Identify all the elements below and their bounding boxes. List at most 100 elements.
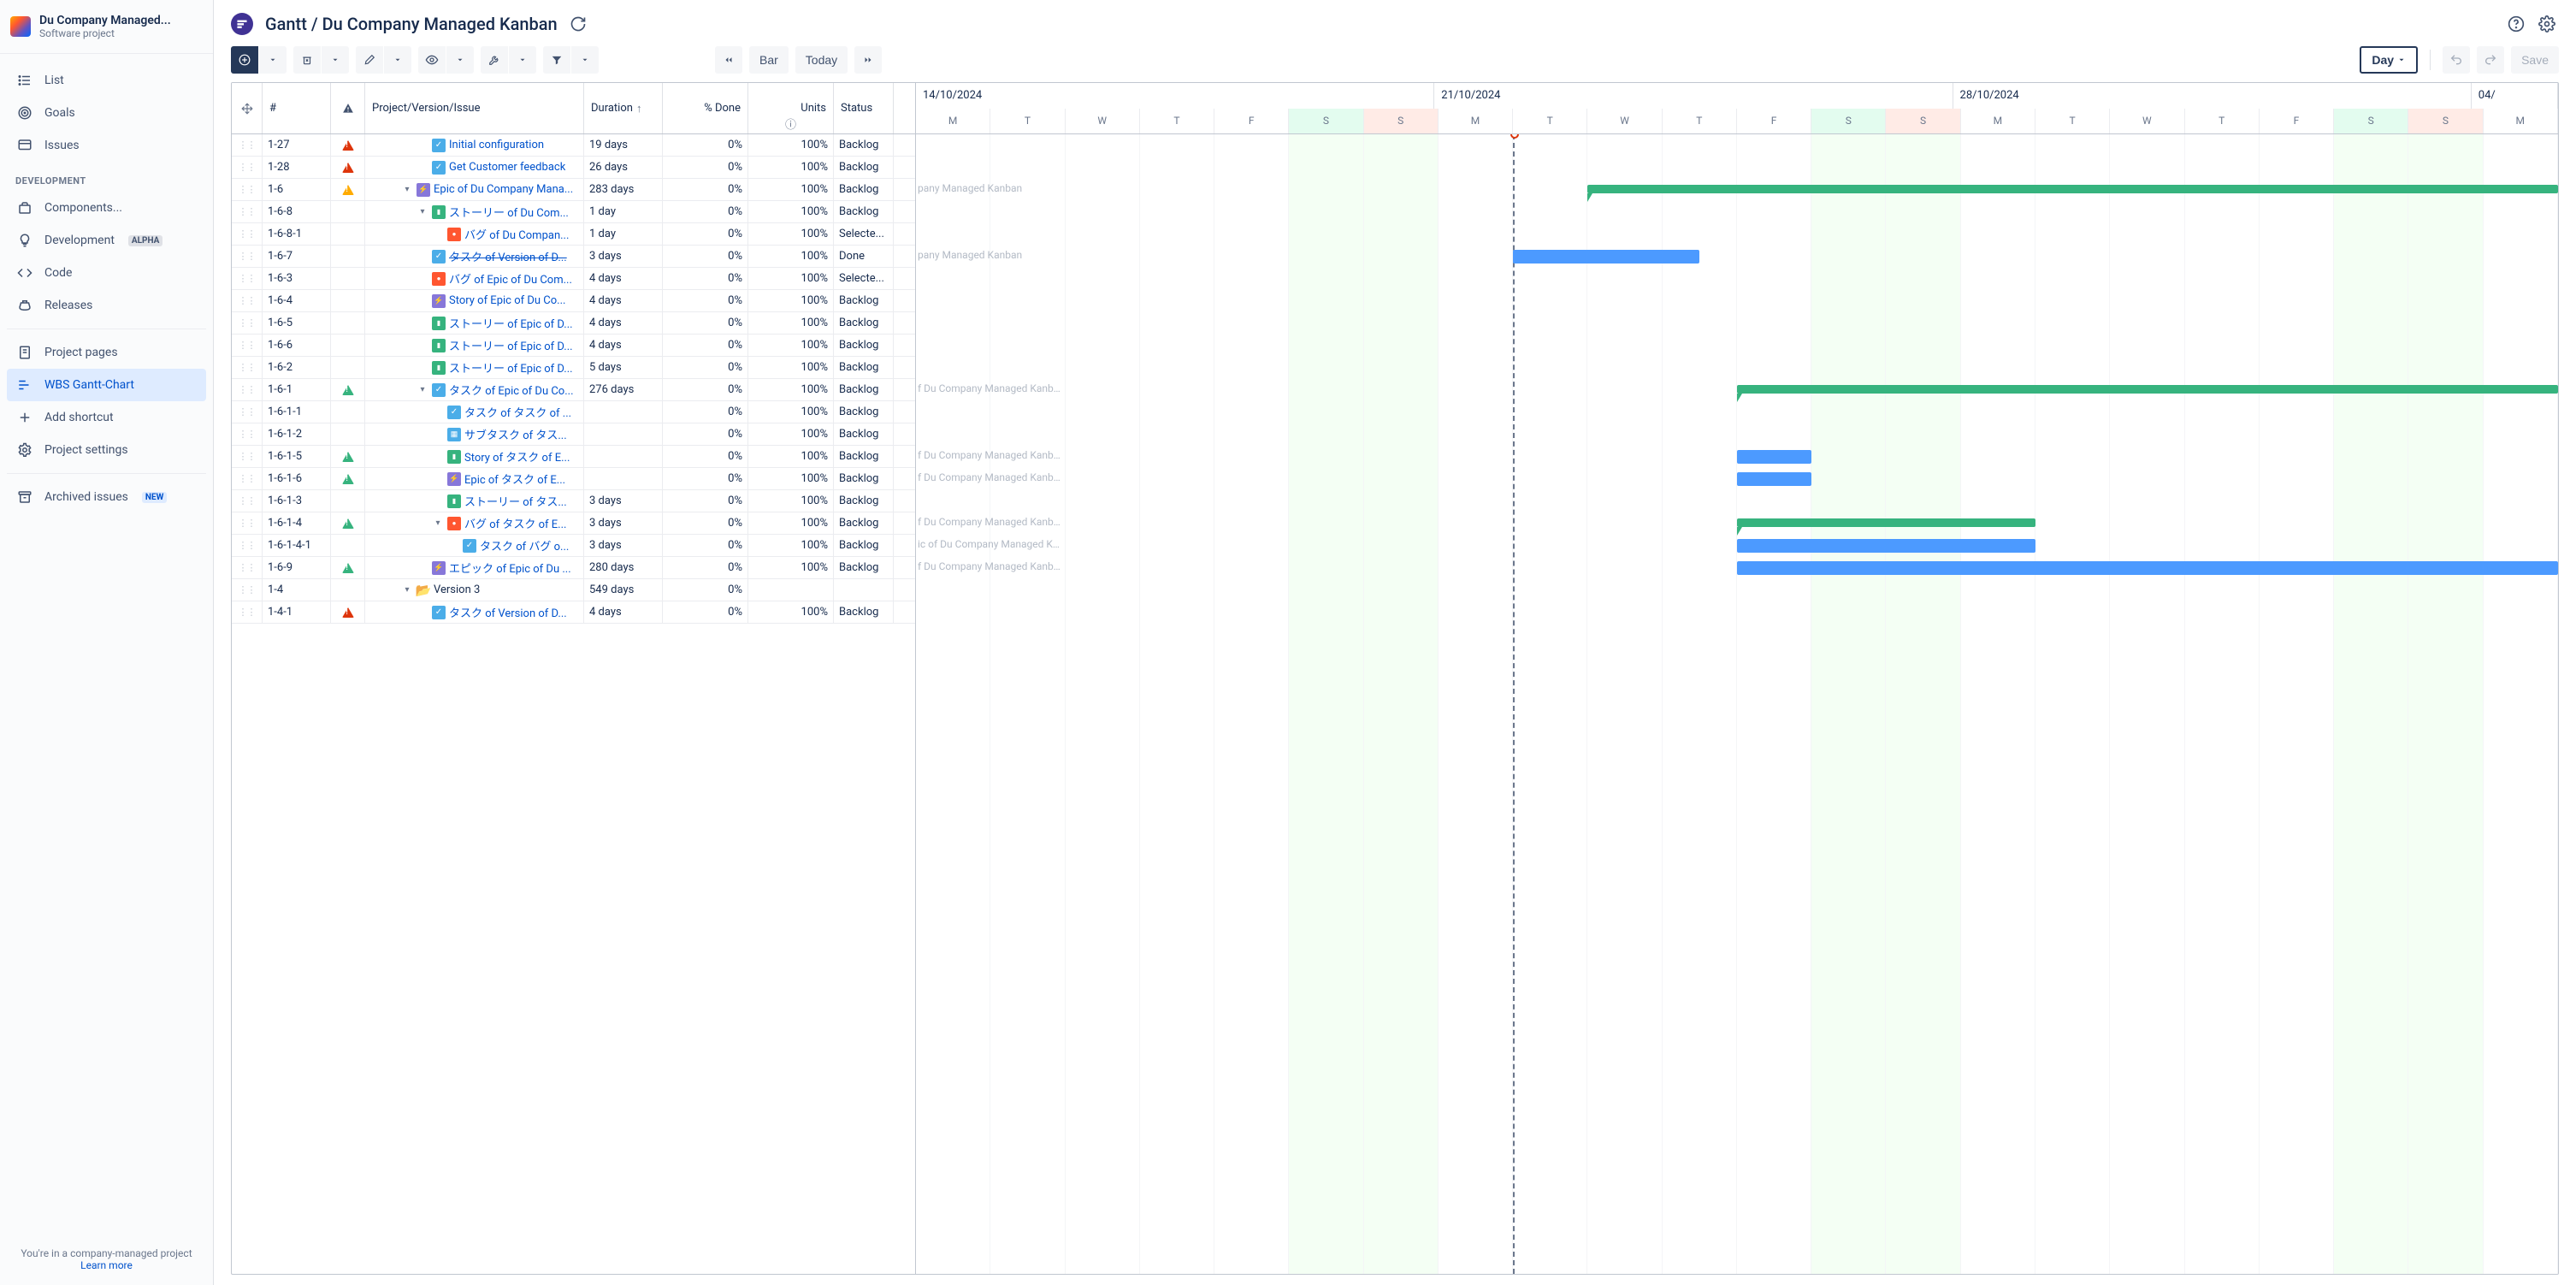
sidebar-item-project-pages[interactable]: Project pages <box>7 336 206 369</box>
help-icon[interactable]: ⓘ <box>785 115 796 132</box>
sidebar-item-components-[interactable]: Components... <box>7 192 206 224</box>
issue-link[interactable]: Get Customer feedback <box>449 161 565 174</box>
tools-button[interactable] <box>481 46 508 74</box>
drag-handle-icon[interactable]: ⋮⋮ <box>239 384 256 395</box>
add-dropdown[interactable] <box>259 46 287 74</box>
refresh-button[interactable] <box>570 15 587 33</box>
bar-button[interactable]: Bar <box>749 46 789 74</box>
sidebar-item-code[interactable]: Code <box>7 257 206 289</box>
drag-handle-icon[interactable]: ⋮⋮ <box>239 362 256 373</box>
sidebar-item-archived[interactable]: Archived issues NEW <box>7 481 206 513</box>
table-row[interactable]: ⋮⋮ 1-6-2 ストーリー of Epic of D... 5 days 0%… <box>232 357 915 379</box>
gantt-row[interactable] <box>916 157 2558 179</box>
table-row[interactable]: ⋮⋮ 1-6-1-5 Story of タスク of E... 0% 100% … <box>232 446 915 468</box>
issue-link[interactable]: バグ of Du Compan... <box>464 226 569 242</box>
drag-handle-icon[interactable]: ⋮⋮ <box>239 406 256 417</box>
drag-handle-icon[interactable]: ⋮⋮ <box>239 228 256 240</box>
help-button[interactable] <box>2504 12 2528 36</box>
gantt-row[interactable]: f Du Company Managed Kanban <box>916 379 2558 401</box>
drag-handle-icon[interactable]: ⋮⋮ <box>239 584 256 595</box>
table-row[interactable]: ⋮⋮ 1-6-1-3 ストーリー of タス... 3 days 0% 100%… <box>232 490 915 512</box>
drag-handle-icon[interactable]: ⋮⋮ <box>239 451 256 462</box>
table-row[interactable]: ⋮⋮ 1-4 ▾Version 3 549 days 0% <box>232 579 915 601</box>
drag-handle-icon[interactable]: ⋮⋮ <box>239 317 256 329</box>
issue-link[interactable]: Epic of タスク of E... <box>464 471 565 487</box>
delete-button[interactable] <box>293 46 321 74</box>
gantt-bar[interactable] <box>1737 385 2558 394</box>
issue-link[interactable]: タスク of Version of D... <box>449 248 567 264</box>
gantt-bar[interactable] <box>1737 561 2558 575</box>
sidebar-item-add-shortcut[interactable]: Add shortcut <box>7 401 206 434</box>
gantt-row[interactable]: f Du Company Managed Kanban <box>916 512 2558 535</box>
today-button[interactable]: Today <box>795 46 848 74</box>
table-row[interactable]: ⋮⋮ 1-6-6 ストーリー of Epic of D... 4 days 0%… <box>232 335 915 357</box>
table-row[interactable]: ⋮⋮ 1-27 Initial configuration 19 days 0%… <box>232 134 915 157</box>
drag-handle-icon[interactable]: ⋮⋮ <box>239 429 256 440</box>
sidebar-item-wbs-gantt-chart[interactable]: WBS Gantt-Chart <box>7 369 206 401</box>
table-row[interactable]: ⋮⋮ 1-6-1-1 タスク of タスク of ... 0% 100% Bac… <box>232 401 915 423</box>
learn-more-link[interactable]: Learn more <box>80 1259 133 1271</box>
gantt-row[interactable] <box>916 134 2558 157</box>
col-drag[interactable] <box>232 83 263 133</box>
project-header[interactable]: Du Company Managed... Software project <box>0 0 213 46</box>
gantt-bar[interactable] <box>1737 472 1811 486</box>
sidebar-item-releases[interactable]: Releases <box>7 289 206 322</box>
sidebar-item-issues[interactable]: Issues <box>7 129 206 162</box>
gantt-row[interactable]: pany Managed Kanban <box>916 246 2558 268</box>
issue-link[interactable]: Epic of Du Company Mana... <box>434 183 573 196</box>
gantt-row[interactable] <box>916 601 2558 624</box>
collapse-icon[interactable]: ▾ <box>401 185 413 194</box>
gantt-bar[interactable] <box>1513 250 1699 264</box>
collapse-icon[interactable]: ▾ <box>401 585 413 595</box>
gantt-row[interactable]: f Du Company Managed Kanban <box>916 468 2558 490</box>
table-row[interactable]: ⋮⋮ 1-28 Get Customer feedback 26 days 0%… <box>232 157 915 179</box>
tools-dropdown[interactable] <box>509 46 536 74</box>
sidebar-item-goals[interactable]: Goals <box>7 97 206 129</box>
gantt-row[interactable] <box>916 357 2558 379</box>
prev-period-button[interactable] <box>715 46 742 74</box>
col-warning[interactable] <box>331 83 365 133</box>
table-row[interactable]: ⋮⋮ 1-6-8-1 バグ of Du Compan... 1 day 0% 1… <box>232 223 915 246</box>
gantt-row[interactable] <box>916 268 2558 290</box>
undo-button[interactable] <box>2443 46 2470 74</box>
gantt-bar[interactable] <box>1737 539 2035 553</box>
drag-handle-icon[interactable]: ⋮⋮ <box>239 495 256 506</box>
table-row[interactable]: ⋮⋮ 1-6-9 エピック of Epic of Du ... 280 days… <box>232 557 915 579</box>
drag-handle-icon[interactable]: ⋮⋮ <box>239 162 256 173</box>
issue-link[interactable]: ストーリー of Du Com... <box>449 204 569 220</box>
drag-handle-icon[interactable]: ⋮⋮ <box>239 206 256 217</box>
gantt-row[interactable]: pany Managed Kanban <box>916 179 2558 201</box>
gantt-row[interactable] <box>916 490 2558 512</box>
table-row[interactable]: ⋮⋮ 1-6-1-4-1 タスク of バグ o... 3 days 0% 10… <box>232 535 915 557</box>
table-row[interactable]: ⋮⋮ 1-4-1 タスク of Version of D... 4 days 0… <box>232 601 915 624</box>
gantt-bar[interactable] <box>1737 518 2035 527</box>
collapse-icon[interactable]: ▾ <box>417 385 428 394</box>
save-button[interactable]: Save <box>2511 46 2559 74</box>
settings-button[interactable] <box>2535 12 2559 36</box>
edit-dropdown[interactable] <box>384 46 411 74</box>
view-button[interactable] <box>418 46 446 74</box>
table-row[interactable]: ⋮⋮ 1-6-3 バグ of Epic of Du Com... 4 days … <box>232 268 915 290</box>
add-button[interactable] <box>231 46 258 74</box>
drag-handle-icon[interactable]: ⋮⋮ <box>239 562 256 573</box>
drag-handle-icon[interactable]: ⋮⋮ <box>239 184 256 195</box>
issue-link[interactable]: ストーリー of Epic of D... <box>449 337 573 353</box>
col-duration[interactable]: Duration↑ <box>584 83 663 133</box>
collapse-icon[interactable]: ▾ <box>432 518 444 528</box>
redo-button[interactable] <box>2477 46 2504 74</box>
drag-handle-icon[interactable]: ⋮⋮ <box>239 518 256 529</box>
drag-handle-icon[interactable]: ⋮⋮ <box>239 251 256 262</box>
drag-handle-icon[interactable]: ⋮⋮ <box>239 273 256 284</box>
table-row[interactable]: ⋮⋮ 1-6-1-4 ▾バグ of タスク of E... 3 days 0% … <box>232 512 915 535</box>
delete-dropdown[interactable] <box>322 46 349 74</box>
table-row[interactable]: ⋮⋮ 1-6-7 タスク of Version of D... 3 days 0… <box>232 246 915 268</box>
drag-handle-icon[interactable]: ⋮⋮ <box>239 139 256 151</box>
gantt-row[interactable] <box>916 579 2558 601</box>
gantt-row[interactable]: f Du Company Managed Kanban <box>916 557 2558 579</box>
gantt-row[interactable]: ic of Du Company Managed Ka... <box>916 535 2558 557</box>
issue-link[interactable]: Version 3 <box>434 583 480 596</box>
issue-link[interactable]: タスク of Epic of Du Co... <box>449 382 574 398</box>
issue-link[interactable]: Initial configuration <box>449 139 544 151</box>
issue-link[interactable]: バグ of タスク of E... <box>464 515 566 531</box>
table-row[interactable]: ⋮⋮ 1-6-5 ストーリー of Epic of D... 4 days 0%… <box>232 312 915 335</box>
